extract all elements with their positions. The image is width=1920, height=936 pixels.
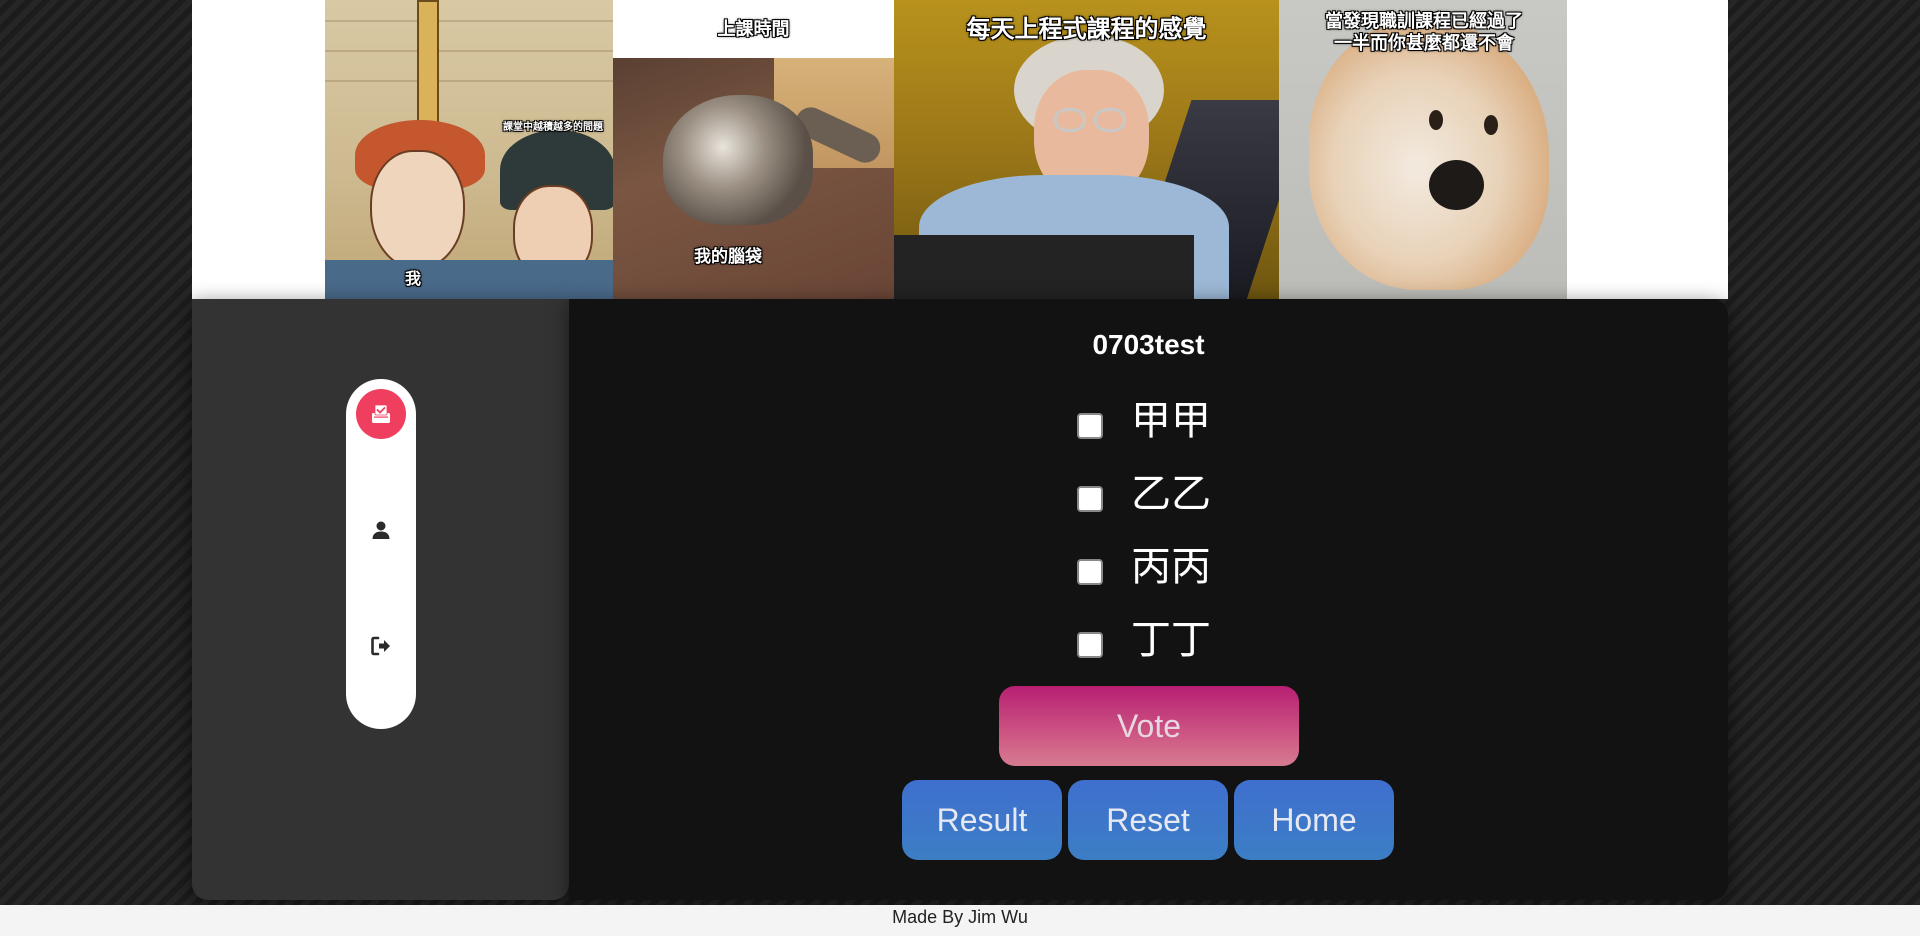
option-label: 丁丁 bbox=[1131, 617, 1211, 663]
option-checkbox[interactable] bbox=[1077, 632, 1103, 658]
meme-banner: 課堂中越積越多的問題 我 上課時間 我的腦袋 每天上程式課程的感覺 當發現職訓課… bbox=[192, 0, 1728, 299]
meme-caption: 每天上程式課程的感覺 bbox=[966, 15, 1207, 43]
home-button[interactable]: Home bbox=[1234, 780, 1394, 860]
sidebar-item-vote[interactable] bbox=[356, 389, 406, 439]
option-label: 丙丙 bbox=[1131, 544, 1211, 590]
poll-option: 乙乙 bbox=[1077, 469, 1211, 519]
option-checkbox[interactable] bbox=[1077, 559, 1103, 585]
poll-panel: 0703test 甲甲 乙乙 丙丙 丁丁 Vote Result Reset H… bbox=[569, 299, 1728, 900]
medieval-meme-image: 課堂中越積越多的問題 我 bbox=[325, 0, 613, 299]
footer-credit: Made By Jim Wu bbox=[892, 907, 1028, 927]
option-label: 甲甲 bbox=[1131, 398, 1211, 444]
poll-option: 丙丙 bbox=[1077, 542, 1211, 592]
user-icon bbox=[372, 521, 390, 539]
reset-button[interactable]: Reset bbox=[1068, 780, 1228, 860]
meme-caption: 我 bbox=[405, 269, 422, 288]
doge-meme-image: 當發現職訓課程已經過了 一半而你甚麼都還不會 bbox=[1279, 0, 1567, 299]
meme-caption: 一半而你甚麼都還不會 bbox=[1334, 33, 1514, 54]
option-checkbox[interactable] bbox=[1077, 413, 1103, 439]
grandma-computer-meme-image: 每天上程式課程的感覺 bbox=[894, 0, 1279, 299]
poll-title: 0703test bbox=[1092, 329, 1205, 360]
option-checkbox[interactable] bbox=[1077, 486, 1103, 512]
meme-caption: 上課時間 bbox=[717, 19, 790, 40]
cat-meme-image: 上課時間 我的腦袋 bbox=[613, 0, 894, 299]
result-button[interactable]: Result bbox=[902, 780, 1062, 860]
poll-option: 甲甲 bbox=[1077, 396, 1211, 446]
sidebar-item-user[interactable] bbox=[356, 505, 406, 555]
vote-box-icon bbox=[372, 404, 390, 423]
option-label: 乙乙 bbox=[1131, 471, 1211, 517]
vote-button[interactable]: Vote bbox=[999, 686, 1299, 766]
meme-caption: 我的腦袋 bbox=[694, 247, 762, 267]
footer: Made By Jim Wu bbox=[0, 905, 1920, 936]
meme-caption: 當發現職訓課程已經過了 bbox=[1325, 11, 1523, 32]
sidebar bbox=[192, 299, 569, 900]
poll-option: 丁丁 bbox=[1077, 615, 1211, 665]
logout-icon bbox=[371, 636, 390, 656]
meme-caption: 課堂中越積越多的問題 bbox=[503, 122, 603, 133]
sidebar-nav bbox=[346, 379, 416, 729]
sidebar-item-logout[interactable] bbox=[356, 621, 406, 671]
